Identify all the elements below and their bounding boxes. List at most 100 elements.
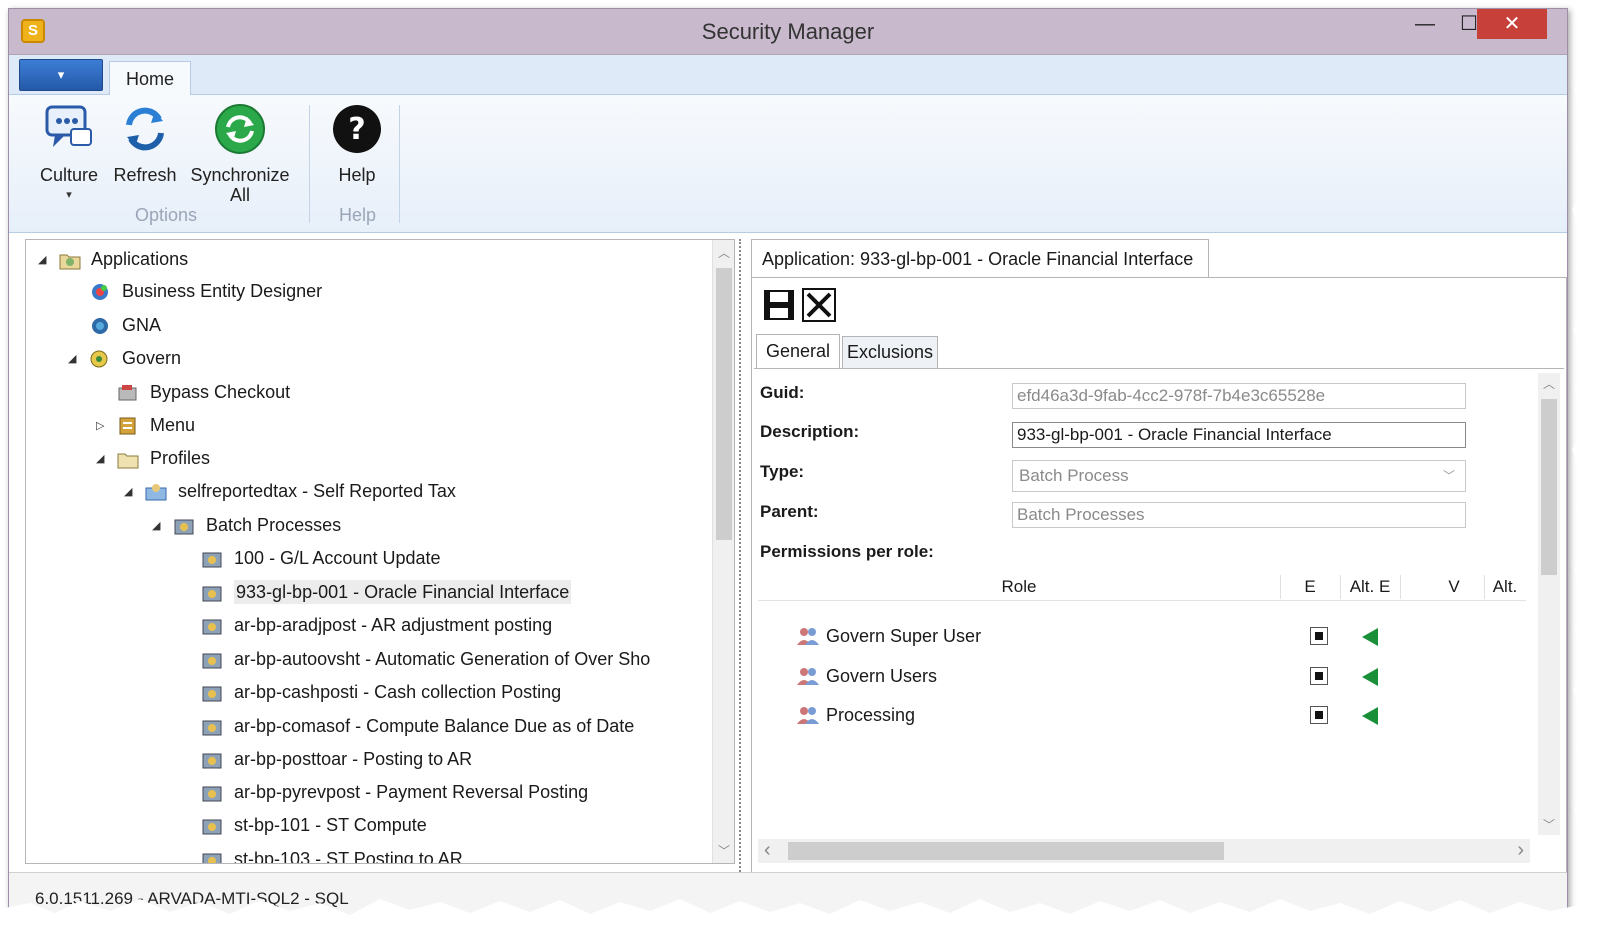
role-name: Govern Super User [826, 626, 982, 646]
role-users-icon [797, 628, 819, 645]
expanded-toggle-icon[interactable]: ◢ [152, 511, 168, 541]
security-manager-window: S Security Manager — ☐ ✕ ▾ Home Culture … [8, 8, 1568, 923]
tree-node-menu[interactable]: ▷ Menu [96, 410, 195, 440]
permission-e-checkbox[interactable] [1310, 627, 1328, 645]
tree-node-govern[interactable]: ◢ Govern [68, 343, 181, 373]
culture-button[interactable]: Culture ▾ [31, 103, 107, 205]
batch-process-icon [202, 653, 222, 669]
tree-node-label: st-bp-103 - ST Posting to AR [234, 849, 463, 864]
module-gear-icon [92, 284, 109, 301]
inherit-arrow-icon[interactable] [1362, 707, 1378, 725]
application-menu-button[interactable]: ▾ [19, 59, 103, 91]
tree-node-label: selfreportedtax - Self Reported Tax [178, 481, 456, 501]
detail-vertical-scrollbar[interactable]: ︿ ﹀ [1538, 373, 1560, 835]
detail-horizontal-scroll-thumb[interactable] [788, 842, 1224, 860]
tree-node-batch-process[interactable]: st-bp-103 - ST Posting to AR [180, 844, 463, 864]
document-body: General Exclusions Guid: efd46a3d-9fab-4… [751, 277, 1567, 879]
scroll-down-arrow-icon[interactable]: ﹀ [713, 842, 734, 859]
scroll-up-arrow-icon[interactable]: ︿ [1538, 375, 1560, 392]
tree-node-batch-processes[interactable]: ◢ Batch Processes [152, 510, 341, 540]
batch-process-icon [202, 786, 222, 802]
torn-edge-right-decoration [1572, 0, 1610, 931]
tree-scroll-thumb[interactable] [716, 268, 732, 540]
tree-node-bypass-checkout[interactable]: Bypass Checkout [96, 377, 290, 407]
scroll-up-arrow-icon[interactable]: ︿ [713, 244, 734, 261]
tree-node-batch-process[interactable]: ar-bp-cashposti - Cash collection Postin… [180, 677, 561, 707]
batch-process-icon [202, 686, 222, 702]
description-field[interactable]: 933-gl-bp-001 - Oracle Financial Interfa… [1012, 422, 1466, 448]
inherit-arrow-icon[interactable] [1362, 668, 1378, 686]
tree-node-batch-process[interactable]: 100 - G/L Account Update [180, 543, 441, 573]
role-users-icon [797, 707, 819, 724]
ribbon-group-divider [399, 105, 400, 223]
batch-process-icon [202, 853, 222, 863]
scroll-down-arrow-icon[interactable]: ﹀ [1538, 816, 1560, 833]
scroll-right-arrow-icon[interactable]: › [1517, 839, 1524, 862]
guid-label: Guid: [760, 383, 805, 402]
synchronize-icon [215, 104, 265, 154]
detail-vertical-scroll-thumb[interactable] [1541, 399, 1557, 575]
batch-process-icon [202, 753, 222, 769]
tree-node-applications[interactable]: ◢ Applications [38, 244, 188, 274]
svg-text:?: ? [348, 112, 365, 147]
document-tab[interactable]: Application: 933-gl-bp-001 - Oracle Fina… [751, 239, 1209, 277]
scroll-left-arrow-icon[interactable]: ‹ [764, 839, 771, 862]
table-row[interactable]: Govern Super User [758, 621, 1526, 651]
tree-node-batch-process[interactable]: ar-bp-aradjpost - AR adjustment posting [180, 610, 552, 640]
refresh-button[interactable]: Refresh [109, 103, 181, 185]
synchronize-all-label-line2: All [229, 185, 250, 205]
detail-horizontal-scrollbar[interactable]: ‹ › [758, 839, 1530, 863]
tab-exclusions[interactable]: Exclusions [842, 336, 938, 368]
guid-field: efd46a3d-9fab-4cc2-978f-7b4e3c65528e [1012, 383, 1466, 409]
collapsed-toggle-icon[interactable]: ▷ [96, 411, 112, 441]
column-header-v[interactable]: V [1424, 573, 1484, 601]
expanded-toggle-icon[interactable]: ◢ [38, 245, 54, 275]
expanded-toggle-icon[interactable]: ◢ [124, 477, 140, 507]
synchronize-all-button[interactable]: Synchronize All [185, 103, 295, 205]
tab-home[interactable]: Home [109, 61, 191, 96]
synchronize-all-label-line1: Synchronize [190, 165, 290, 185]
tree-node-batch-process-selected[interactable]: 933-gl-bp-001 - Oracle Financial Interfa… [180, 577, 572, 607]
panel-splitter[interactable] [739, 239, 743, 879]
minimize-button[interactable]: — [1403, 9, 1447, 39]
tree-node-batch-process[interactable]: ar-bp-comasof - Compute Balance Due as o… [180, 711, 634, 741]
type-select[interactable]: Batch Process ﹀ [1012, 460, 1466, 492]
tree-node-profiles[interactable]: ◢ Profiles [96, 443, 210, 473]
parent-label: Parent: [760, 502, 819, 521]
column-header-role[interactable]: Role [758, 573, 1280, 601]
ribbon-group-divider [309, 105, 310, 223]
expanded-toggle-icon[interactable]: ◢ [68, 344, 84, 374]
permission-e-checkbox[interactable] [1310, 706, 1328, 724]
column-header-e[interactable]: E [1280, 573, 1340, 601]
tree-node-batch-process[interactable]: ar-bp-autoovsht - Automatic Generation o… [180, 644, 650, 674]
table-row[interactable]: Processing [758, 700, 1526, 730]
application-tree[interactable]: ◢ Applications Business Entity Designer … [25, 239, 735, 864]
tree-vertical-scrollbar[interactable]: ︿ ﹀ [712, 240, 734, 863]
tree-node-batch-process[interactable]: st-bp-101 - ST Compute [180, 810, 427, 840]
tree-node-gna[interactable]: GNA [68, 310, 161, 340]
batch-process-icon [202, 586, 222, 602]
menu-icon [119, 417, 136, 435]
tree-node-selfreportedtax[interactable]: ◢ selfreportedtax - Self Reported Tax [124, 476, 456, 506]
refresh-button-label: Refresh [113, 165, 177, 185]
tab-general[interactable]: General [756, 334, 840, 368]
batch-process-icon [202, 819, 222, 835]
tree-node-batch-process[interactable]: ar-bp-pyrevpost - Payment Reversal Posti… [180, 777, 588, 807]
close-window-button[interactable]: ✕ [1477, 9, 1547, 39]
column-header-alt-e[interactable]: Alt. E [1340, 573, 1400, 601]
expanded-toggle-icon[interactable]: ◢ [96, 444, 112, 474]
permission-e-checkbox[interactable] [1310, 667, 1328, 685]
tree-node-label: Applications [91, 249, 189, 269]
help-button-label: Help [338, 165, 376, 185]
tree-node-label: Batch Processes [206, 515, 342, 535]
tree-node-business-entity-designer[interactable]: Business Entity Designer [68, 276, 322, 306]
tree-node-batch-process[interactable]: ar-bp-posttoar - Posting to AR [180, 744, 472, 774]
save-icon[interactable] [762, 288, 796, 322]
window-title: Security Manager [701, 19, 875, 44]
column-header-alt-v[interactable]: Alt. [1484, 573, 1526, 601]
help-button[interactable]: ? Help [317, 103, 397, 185]
inherit-arrow-icon[interactable] [1362, 628, 1378, 646]
close-document-icon[interactable] [802, 288, 836, 322]
table-row[interactable]: Govern Users [758, 661, 1526, 691]
chat-bubbles-icon [45, 105, 92, 147]
